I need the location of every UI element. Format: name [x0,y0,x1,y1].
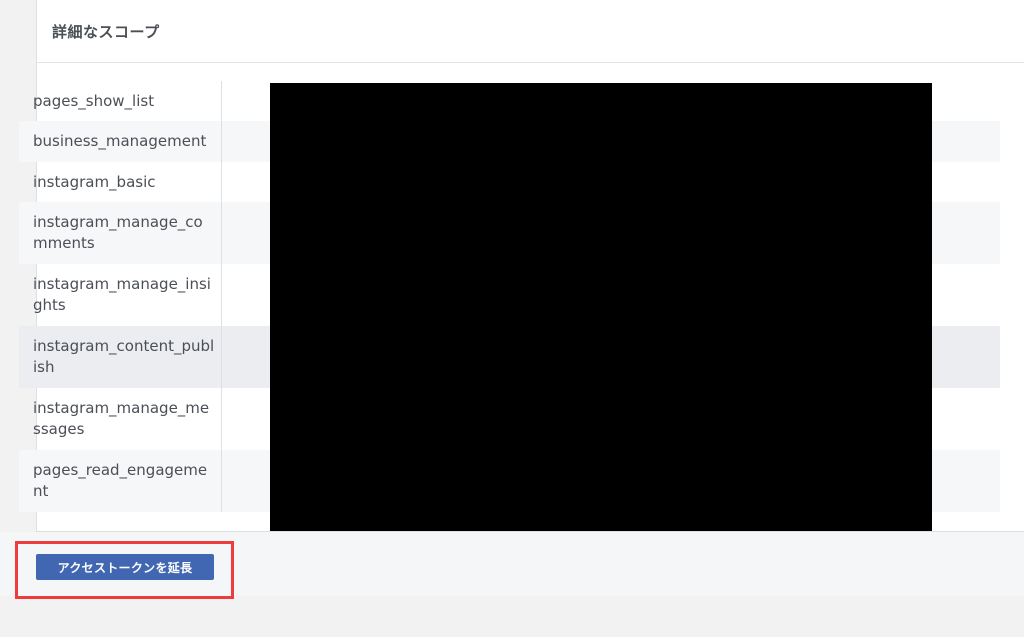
redacted-token-values [270,83,932,531]
scope-name: instagram_content_publish [19,326,222,388]
scope-name: pages_show_list [19,81,222,121]
scope-name: instagram_manage_comments [19,202,222,264]
scope-name: instagram_manage_insights [19,264,222,326]
scope-name: instagram_basic [19,162,222,202]
scope-name: instagram_manage_messages [19,388,222,450]
panel-title: 詳細なスコープ [52,23,160,41]
scope-name: business_management [19,121,222,162]
scope-name: pages_read_engagement [19,450,222,512]
panel-header: 詳細なスコープ [37,0,1024,63]
extend-access-token-button[interactable]: アクセストークンを延長 [36,554,214,580]
